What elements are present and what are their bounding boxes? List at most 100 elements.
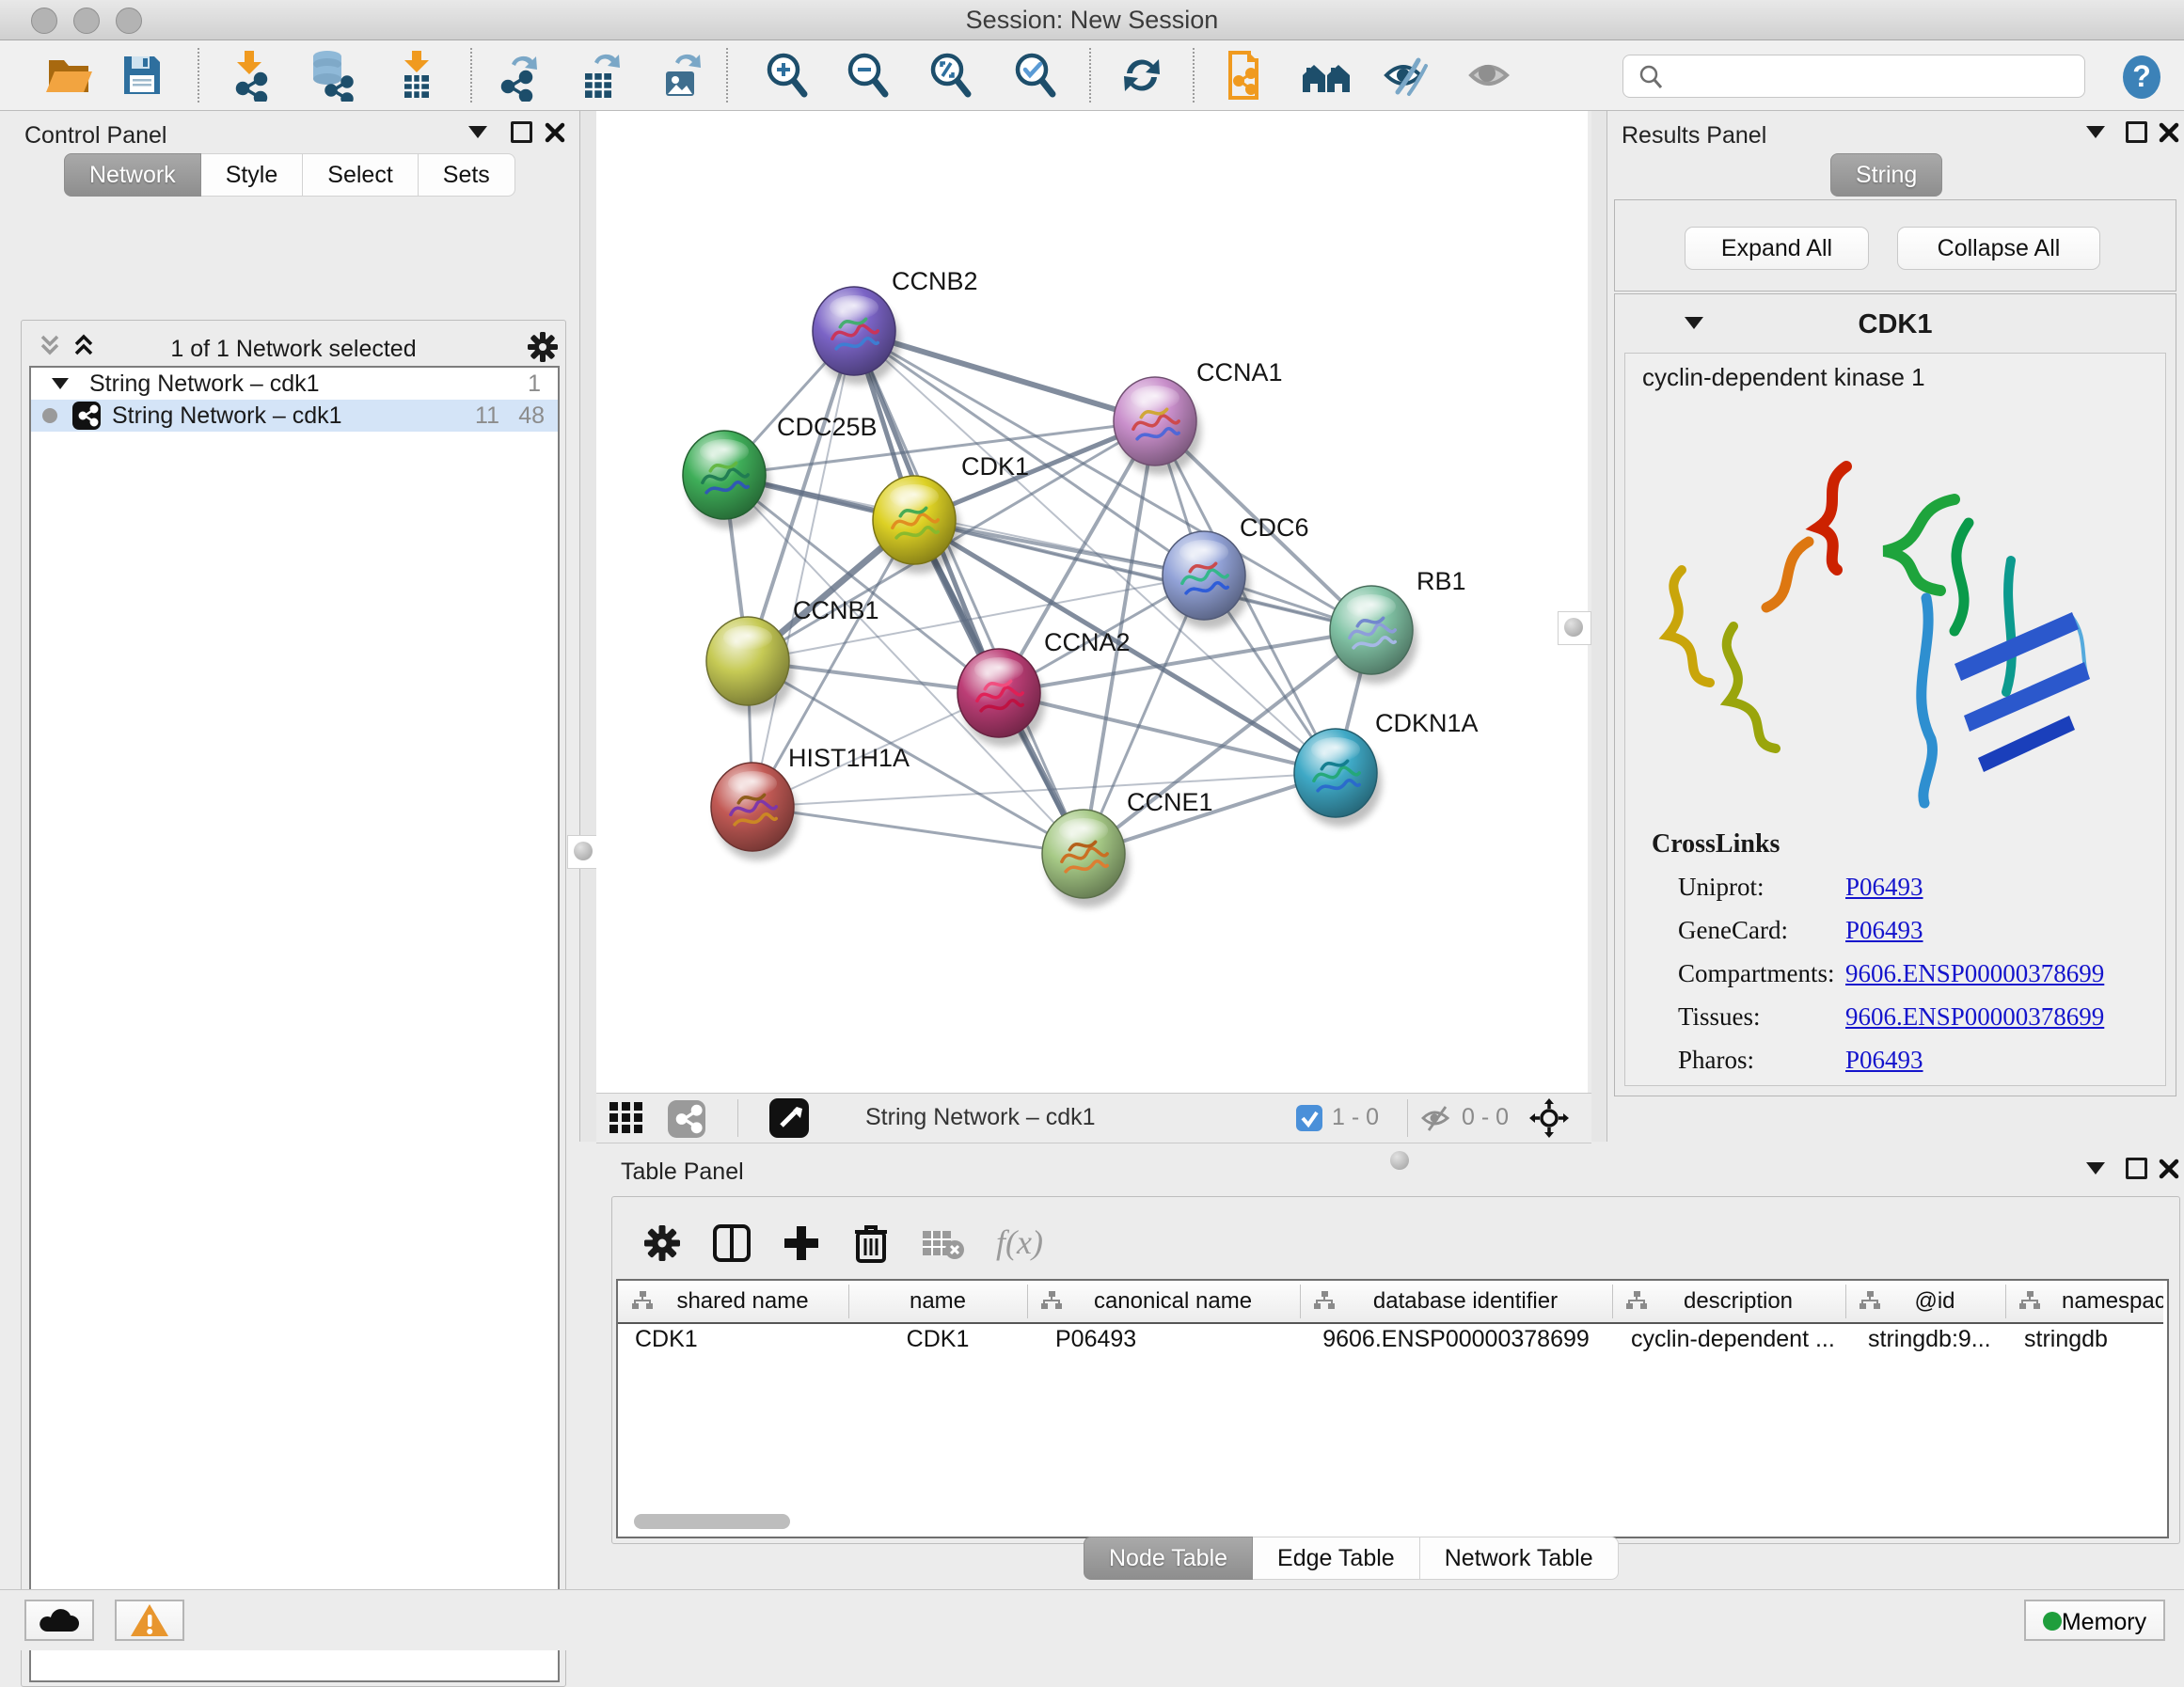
control-panel-menu-caret-icon[interactable]	[468, 126, 487, 138]
column-separator[interactable]	[1300, 1285, 1301, 1318]
memory-button[interactable]: Memory	[2024, 1600, 2165, 1641]
crosslink-link[interactable]: P06493	[1845, 1046, 1923, 1075]
tab-network-table[interactable]: Network Table	[1420, 1537, 1619, 1580]
save-session-button[interactable]	[115, 49, 169, 102]
export-image-button[interactable]	[655, 49, 709, 102]
hidden-eye-icon[interactable]	[1420, 1104, 1452, 1132]
export-table-button[interactable]	[574, 49, 628, 102]
crosslink-link[interactable]: 9606.ENSP00000378699	[1845, 959, 2104, 988]
column-separator[interactable]	[848, 1285, 849, 1318]
tab-style[interactable]: Style	[201, 153, 304, 197]
navigator-crosshair-icon[interactable]	[1529, 1098, 1569, 1138]
expand-all-button[interactable]: Expand All	[1685, 227, 1869, 270]
export-network-button[interactable]	[493, 49, 547, 102]
network-node[interactable]	[873, 476, 960, 574]
selected-checkbox-icon[interactable]	[1296, 1105, 1322, 1131]
import-network-from-database-button[interactable]	[305, 49, 359, 102]
results-tab-string[interactable]: String	[1830, 153, 1942, 197]
tab-node-table[interactable]: Node Table	[1084, 1537, 1253, 1580]
network-node[interactable]	[1330, 586, 1417, 684]
import-table-button[interactable]	[389, 49, 444, 102]
table-panel-close-icon[interactable]	[2158, 1158, 2180, 1180]
collection-expand-caret-icon[interactable]	[52, 378, 69, 389]
table-horizontal-scrollbar[interactable]	[634, 1514, 790, 1529]
network-edge[interactable]	[752, 807, 1084, 854]
column-header-canonical-name[interactable]: canonical name	[1027, 1281, 1300, 1324]
apply-layout-button[interactable]	[1115, 49, 1169, 102]
table-panel-menu-caret-icon[interactable]	[2086, 1162, 2105, 1175]
zoom-fit-button[interactable]	[924, 49, 978, 102]
table-cell[interactable]: P06493	[1027, 1326, 1328, 1364]
network-node[interactable]	[1294, 729, 1382, 827]
network-node[interactable]	[813, 287, 900, 385]
function-builder-button[interactable]: f(x)	[996, 1216, 1043, 1269]
warnings-button[interactable]	[115, 1600, 184, 1641]
column-header-description[interactable]: description	[1612, 1281, 1845, 1324]
network-canvas[interactable]: CCNB2CCNA1CDC25BCDK1CDC6RB1CCNB1CCNA2CDK…	[596, 111, 1588, 1093]
network-node[interactable]	[1114, 377, 1201, 475]
delete-column-button[interactable]	[849, 1218, 893, 1270]
new-network-from-selection-button[interactable]	[1219, 49, 1274, 102]
zoom-out-button[interactable]	[841, 49, 895, 102]
open-session-button[interactable]	[41, 49, 96, 102]
tab-select[interactable]: Select	[303, 153, 418, 197]
cloud-status-button[interactable]	[24, 1600, 94, 1641]
table-cell[interactable]: stringdb	[2005, 1326, 2182, 1364]
tab-edge-table[interactable]: Edge Table	[1253, 1537, 1420, 1580]
results-panel-close-icon[interactable]	[2158, 121, 2180, 144]
column-separator[interactable]	[1027, 1285, 1028, 1318]
network-collection-row[interactable]: String Network – cdk1 1	[31, 368, 558, 400]
column-header-database-identifier[interactable]: database identifier	[1300, 1281, 1612, 1324]
right-splitter-handle[interactable]	[1558, 611, 1591, 645]
network-share-icon[interactable]	[668, 1100, 705, 1138]
delete-table-button[interactable]	[919, 1218, 968, 1270]
network-edge[interactable]	[999, 693, 1336, 773]
network-edge[interactable]	[752, 331, 854, 807]
network-options-gear-icon[interactable]	[526, 330, 560, 364]
network-node[interactable]	[957, 649, 1045, 747]
network-node[interactable]	[1163, 531, 1250, 629]
left-splitter[interactable]	[579, 111, 597, 1142]
control-panel-close-icon[interactable]	[544, 121, 566, 144]
table-cell[interactable]: CDK1	[848, 1326, 1027, 1364]
show-all-button[interactable]	[1464, 49, 1518, 102]
table-cell[interactable]: stringdb:9...	[1845, 1326, 2028, 1364]
crosslink-link[interactable]: P06493	[1845, 916, 1923, 945]
results-panel-float-icon[interactable]	[2126, 121, 2147, 143]
network-node[interactable]	[683, 431, 770, 528]
column-header-shared-name[interactable]: shared name	[618, 1281, 848, 1324]
tab-network[interactable]: Network	[64, 153, 201, 197]
search-input[interactable]	[1672, 59, 2071, 93]
crosslink-link[interactable]: P06493	[1845, 873, 1923, 902]
network-node[interactable]	[1042, 810, 1130, 907]
table-cell[interactable]: 9606.ENSP00000378699	[1300, 1326, 1612, 1364]
show-columns-button[interactable]	[710, 1218, 753, 1270]
zoom-selected-button[interactable]	[1008, 49, 1063, 102]
column-separator[interactable]	[1612, 1285, 1613, 1318]
grid-view-icon[interactable]	[609, 1102, 657, 1134]
hide-selected-button[interactable]	[1381, 49, 1435, 102]
help-button[interactable]: ?	[2114, 52, 2169, 104]
network-node[interactable]	[711, 763, 799, 860]
network-edge[interactable]	[854, 331, 1084, 854]
first-neighbors-button[interactable]	[1300, 49, 1354, 102]
results-panel-menu-caret-icon[interactable]	[2086, 126, 2105, 138]
tab-sets[interactable]: Sets	[419, 153, 515, 197]
table-options-button[interactable]	[641, 1218, 684, 1270]
table-cell[interactable]: cyclin-dependent ...	[1612, 1326, 1864, 1364]
column-header--id[interactable]: @id	[1845, 1281, 2005, 1324]
column-separator[interactable]	[1845, 1285, 1846, 1318]
control-panel-float-icon[interactable]	[511, 121, 532, 143]
add-column-button[interactable]	[780, 1218, 823, 1270]
right-splitter[interactable]	[1591, 111, 1607, 1142]
network-row-selected[interactable]: String Network – cdk1 11 48	[31, 400, 558, 432]
collapse-all-button[interactable]: Collapse All	[1897, 227, 2100, 270]
table-cell[interactable]: CDK1	[618, 1326, 865, 1364]
column-header-name[interactable]: name	[848, 1281, 1027, 1324]
crosslink-link[interactable]: 9606.ENSP00000378699	[1845, 1002, 2104, 1032]
birdseye-view-icon[interactable]	[769, 1098, 809, 1138]
zoom-in-button[interactable]	[760, 49, 815, 102]
import-network-from-file-button[interactable]	[224, 49, 278, 102]
column-header-namespace[interactable]: namespace	[2005, 1281, 2163, 1324]
table-panel-float-icon[interactable]	[2126, 1158, 2147, 1179]
